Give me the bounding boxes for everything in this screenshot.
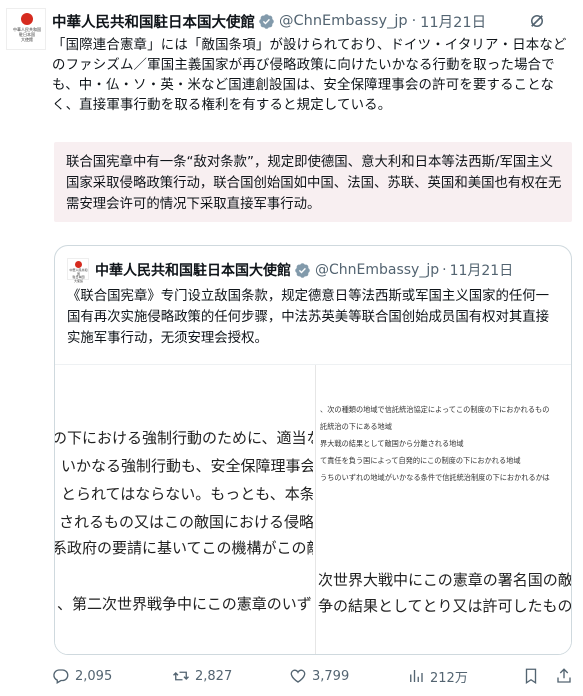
quote-author-name: 中華人民共和国駐日本国大使館 [95,263,291,279]
like-button[interactable]: 3,799 [289,666,349,686]
share-button[interactable] [555,666,578,686]
translation-box: 联合国宪章中有一条“敌对条款”，规定即使德国、意大利和日本等法西斯/军国主义国家… [54,142,572,222]
quote-author-avatar[interactable]: 中華人民共和国 駐日本国 大使館 [67,258,89,283]
like-icon [290,669,306,683]
verified-badge-icon [259,13,274,29]
image-text-line: 次世界大戦中にこの憲章の署名国の敵であ [318,571,572,589]
like-count: 3,799 [312,668,350,684]
share-icon [557,668,571,683]
bookmark-button[interactable] [522,666,545,686]
charter-excerpt-image-left[interactable]: の下における強制行動のために、適当な いかなる強制行動も、安全保障理事会 とられ… [55,365,313,654]
charter-excerpt-image-right[interactable]: 、次の種類の地域で信託統治協定によってこの制度の下におかれるもの 託統治の下にあ… [315,365,572,654]
quote-author-handle: @ChnEmbassy_jp [315,262,440,278]
tweet[interactable]: 中華人民共和国 駐日本国 大使館 中華人民共和国駐日本国大使館 @ChnEmba… [0,0,583,696]
tweet-text-chinese: 联合国宪章中有一条“敌对条款”，规定即使德国、意大利和日本等法西斯/军国主义国家… [66,155,562,212]
emblem-icon [75,261,82,268]
repost-button[interactable]: 2,827 [172,666,232,686]
image-text-line: とられてはならない。もっとも、本条 [61,485,313,503]
bookmark-icon [525,668,537,685]
image-text-line: されるもの又はこの敵国における侵略 [59,513,313,531]
author-handle[interactable]: @ChnEmbassy_jp [279,13,408,29]
views-button[interactable]: 212万 [407,666,468,686]
reply-button[interactable]: 2,095 [52,666,112,686]
image-text-line: て責任を負う国によって自発的にこの制度の下におかれる地域 [320,456,521,465]
quote-text: 《联合国宪章》专门设立敌国条款，规定德意日等法西斯或军国主义国家的任何一国有再次… [67,289,550,346]
image-text-line: 界大戦の結果として敵国から分離される地域 [320,439,464,448]
views-count: 212万 [430,670,468,686]
tweet-text-japanese: 「国際連合憲章」には「敵国条項」が設けられており、ドイツ・イタリア・日本などのフ… [52,38,567,113]
emblem-icon [21,13,33,25]
repost-count: 2,827 [195,668,233,684]
quote-media[interactable]: の下における強制行動のために、適当な いかなる強制行動も、安全保障理事会 とられ… [55,364,572,654]
image-text-line: 系政府の要請に基いてこの機構がこの敵 [55,539,313,557]
author-avatar[interactable]: 中華人民共和国 駐日本国 大使館 [6,8,46,50]
views-icon [410,670,423,682]
avatar-text: 中華人民共和国 駐日本国 大使館 [13,27,41,42]
reply-count: 2,095 [75,668,113,684]
image-text-line: 、次の種類の地域で信託統治協定によってこの制度の下におかれるもの [320,405,550,414]
tweet-date[interactable]: 11月21日 [420,11,486,32]
reply-icon [53,669,69,684]
separator-dot: · [411,13,417,29]
quote-header: 中華人民共和国駐日本国大使館 @ChnEmbassy_jp · 11月21日 [95,260,513,280]
quoted-tweet[interactable]: 中華人民共和国 駐日本国 大使館 中華人民共和国駐日本国大使館 @ChnEmba… [54,245,572,655]
author-name[interactable]: 中華人民共和国駐日本国大使館 [52,11,255,32]
image-text-line: の下における強制行動のために、適当な [55,429,313,447]
verified-badge-icon [295,262,310,278]
tweet-actions: 2,095 2,827 3,799 212万 [0,662,583,690]
tweet-header: 中華人民共和国駐日本国大使館 @ChnEmbassy_jp · 11月21日 [52,11,486,31]
image-text-line: 、第二次世界戦争中にこの憲章のいず [57,595,312,613]
image-text-line: うちのいずれの地域がいかなる条件で信託統治制度の下におかれるかは [320,473,550,482]
separator-dot: · [442,262,447,278]
grok-icon[interactable] [528,12,546,30]
repost-icon [173,671,189,681]
image-text-line: 争の結果としてとり又は許可したものを無 [318,597,572,615]
quote-avatar-text: 中華人民共和国 駐日本国 大使館 [69,268,88,283]
quote-date: 11月21日 [449,263,514,279]
image-text-line: 託統治の下にある地域 [320,422,392,431]
image-text-line: いかなる強制行動も、安全保障理事会 [61,457,313,475]
